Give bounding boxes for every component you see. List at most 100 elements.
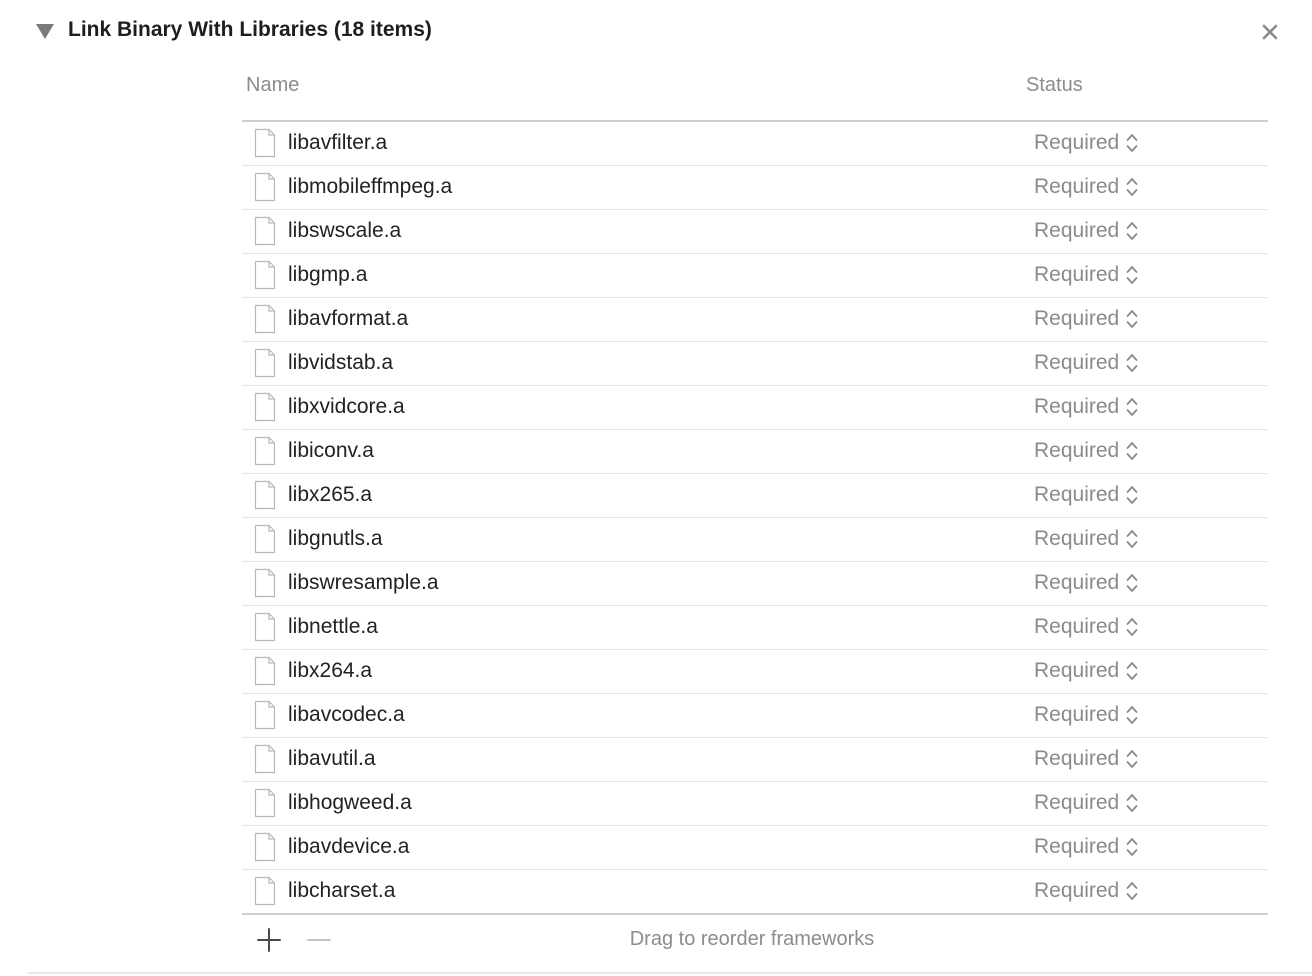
up-down-chevron-icon [1126, 618, 1138, 636]
library-row[interactable]: libavcodec.a Required [242, 694, 1268, 738]
library-row[interactable]: libavfilter.a Required [242, 122, 1268, 166]
library-row[interactable]: libx264.a Required [242, 650, 1268, 694]
library-row[interactable]: libgmp.a Required [242, 254, 1268, 298]
up-down-chevron-icon [1126, 794, 1138, 812]
status-popup-button[interactable]: Required [1034, 876, 1139, 906]
status-value: Required [1034, 395, 1120, 418]
document-file-icon [254, 612, 276, 642]
document-file-icon [254, 744, 276, 774]
library-row[interactable]: libswresample.a Required [242, 562, 1268, 606]
status-popup-button[interactable]: Required [1034, 392, 1139, 422]
up-down-chevron-icon [1126, 310, 1138, 328]
library-list: libavfilter.a Required libmobileffmpeg.a [242, 122, 1268, 913]
status-value: Required [1034, 439, 1120, 462]
document-file-icon [254, 348, 276, 378]
column-header-name[interactable]: Name [246, 74, 299, 97]
library-row[interactable]: libswscale.a Required [242, 210, 1268, 254]
library-name: libgmp.a [288, 263, 368, 286]
status-popup-button[interactable]: Required [1034, 260, 1139, 290]
up-down-chevron-icon [1126, 574, 1138, 592]
build-phase-title: Link Binary With Libraries (18 items) [68, 18, 432, 41]
library-row[interactable]: libmobileffmpeg.a Required [242, 166, 1268, 210]
document-file-icon [254, 656, 276, 686]
status-popup-button[interactable]: Required [1034, 568, 1139, 598]
status-value: Required [1034, 791, 1120, 814]
status-value: Required [1034, 483, 1120, 506]
status-popup-button[interactable]: Required [1034, 832, 1139, 862]
status-value: Required [1034, 879, 1120, 902]
library-row[interactable]: libx265.a Required [242, 474, 1268, 518]
up-down-chevron-icon [1126, 398, 1138, 416]
status-value: Required [1034, 351, 1120, 374]
document-file-icon [254, 392, 276, 422]
up-down-chevron-icon [1126, 222, 1138, 240]
library-row[interactable]: libcharset.a Required [242, 870, 1268, 913]
status-popup-button[interactable]: Required [1034, 348, 1139, 378]
document-file-icon [254, 700, 276, 730]
up-down-chevron-icon [1126, 750, 1138, 768]
library-row[interactable]: libnettle.a Required [242, 606, 1268, 650]
status-popup-button[interactable]: Required [1034, 700, 1139, 730]
library-name: libvidstab.a [288, 351, 394, 374]
document-file-icon [254, 128, 276, 158]
library-row[interactable]: libgnutls.a Required [242, 518, 1268, 562]
document-file-icon [254, 436, 276, 466]
status-value: Required [1034, 835, 1120, 858]
status-popup-button[interactable]: Required [1034, 612, 1139, 642]
table-footer: Drag to reorder frameworks [242, 915, 1268, 965]
status-popup-button[interactable]: Required [1034, 788, 1139, 818]
library-name: libx265.a [288, 483, 373, 506]
library-row[interactable]: libvidstab.a Required [242, 342, 1268, 386]
status-popup-button[interactable]: Required [1034, 436, 1139, 466]
library-name: libavutil.a [288, 747, 376, 770]
library-row[interactable]: libavdevice.a Required [242, 826, 1268, 870]
library-name: libnettle.a [288, 615, 378, 638]
library-name: libcharset.a [288, 879, 396, 902]
status-popup-button[interactable]: Required [1034, 656, 1139, 686]
up-down-chevron-icon [1126, 134, 1138, 152]
document-file-icon [254, 260, 276, 290]
library-name: libxvidcore.a [288, 395, 405, 418]
status-popup-button[interactable]: Required [1034, 480, 1139, 510]
close-icon[interactable] [1258, 20, 1282, 44]
status-value: Required [1034, 307, 1120, 330]
disclosure-triangle-down-icon[interactable] [36, 24, 54, 39]
library-name: libavfilter.a [288, 131, 388, 154]
status-value: Required [1034, 571, 1120, 594]
status-popup-button[interactable]: Required [1034, 744, 1139, 774]
up-down-chevron-icon [1126, 354, 1138, 372]
up-down-chevron-icon [1126, 838, 1138, 856]
library-name: libswresample.a [288, 571, 439, 594]
up-down-chevron-icon [1126, 706, 1138, 724]
library-name: libx264.a [288, 659, 373, 682]
library-row[interactable]: libiconv.a Required [242, 430, 1268, 474]
library-row[interactable]: libhogweed.a Required [242, 782, 1268, 826]
status-value: Required [1034, 615, 1120, 638]
library-row[interactable]: libavformat.a Required [242, 298, 1268, 342]
library-row[interactable]: libxvidcore.a Required [242, 386, 1268, 430]
status-value: Required [1034, 175, 1120, 198]
status-value: Required [1034, 747, 1120, 770]
document-file-icon [254, 304, 276, 334]
status-value: Required [1034, 263, 1120, 286]
library-name: libmobileffmpeg.a [288, 175, 453, 198]
reorder-hint: Drag to reorder frameworks [629, 928, 875, 950]
up-down-chevron-icon [1126, 662, 1138, 680]
status-popup-button[interactable]: Required [1034, 304, 1139, 334]
status-value: Required [1034, 703, 1120, 726]
column-header-status[interactable]: Status [1026, 74, 1083, 97]
document-file-icon [254, 788, 276, 818]
up-down-chevron-icon [1126, 530, 1138, 548]
up-down-chevron-icon [1126, 266, 1138, 284]
status-value: Required [1034, 659, 1120, 682]
status-popup-button[interactable]: Required [1034, 172, 1139, 202]
library-name: libiconv.a [288, 439, 374, 462]
library-name: libhogweed.a [288, 791, 412, 814]
status-popup-button[interactable]: Required [1034, 216, 1139, 246]
library-name: libgnutls.a [288, 527, 383, 550]
library-name: libavformat.a [288, 307, 409, 330]
up-down-chevron-icon [1126, 882, 1138, 900]
status-popup-button[interactable]: Required [1034, 524, 1139, 554]
status-popup-button[interactable]: Required [1034, 128, 1139, 158]
library-row[interactable]: libavutil.a Required [242, 738, 1268, 782]
